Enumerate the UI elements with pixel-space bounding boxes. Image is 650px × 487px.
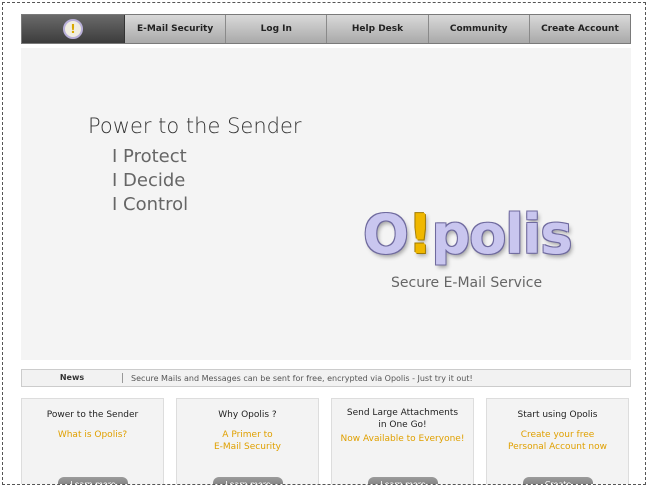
learn-more-button[interactable]: Learn more xyxy=(368,477,438,484)
hero-title: Power to the Sender xyxy=(88,114,302,138)
learn-more-button[interactable]: Learn more xyxy=(58,477,128,484)
news-text[interactable]: Secure Mails and Messages can be sent fo… xyxy=(123,374,473,383)
nav-item-log-in[interactable]: Log In xyxy=(226,15,328,43)
hero-tagline: Secure E-Mail Service xyxy=(391,275,543,291)
nav-item-create-account[interactable]: Create Account xyxy=(529,15,631,43)
learn-more-button[interactable]: Learn more xyxy=(213,477,283,484)
card-link[interactable]: Now Available to Everyone! xyxy=(332,433,473,445)
hero-line-decide: I Decide xyxy=(112,170,186,191)
create-button[interactable]: Create xyxy=(523,477,593,484)
card-attachments: Send Large Attachments in One Go! Now Av… xyxy=(331,398,474,484)
card-title: Why Opolis ? xyxy=(218,410,277,420)
opolis-wordmark: O!polis xyxy=(363,203,572,266)
nav-logo[interactable]: ! xyxy=(22,15,125,43)
nav-item-email-security[interactable]: E-Mail Security xyxy=(125,15,227,43)
card-why: Why Opolis ? A Primer to E-Mail Security… xyxy=(176,398,319,484)
card-title: Start using Opolis xyxy=(517,410,598,420)
nav-item-help-desk[interactable]: Help Desk xyxy=(327,15,429,43)
card-link[interactable]: What is Opolis? xyxy=(22,429,163,441)
hero-banner: Power to the Sender I Protect I Decide I… xyxy=(21,48,631,360)
opolis-logo-icon: ! xyxy=(63,19,83,39)
card-power: Power to the Sender What is Opolis? Lear… xyxy=(21,398,164,484)
page-frame: ! E-Mail Security Log In Help Desk Commu… xyxy=(2,2,646,485)
card-link[interactable]: A Primer to E-Mail Security xyxy=(177,429,318,453)
top-nav: ! E-Mail Security Log In Help Desk Commu… xyxy=(21,14,631,44)
card-link[interactable]: Create your free Personal Account now xyxy=(487,429,628,453)
hero-line-protect: I Protect xyxy=(112,146,187,167)
card-title: Send Large Attachments in One Go! xyxy=(346,408,459,430)
card-start: Start using Opolis Create your free Pers… xyxy=(486,398,629,484)
news-bar: News Secure Mails and Messages can be se… xyxy=(21,369,631,387)
nav-item-community[interactable]: Community xyxy=(428,15,530,43)
news-label: News xyxy=(22,373,123,383)
card-title: Power to the Sender xyxy=(46,410,139,420)
hero-line-control: I Control xyxy=(112,194,189,215)
